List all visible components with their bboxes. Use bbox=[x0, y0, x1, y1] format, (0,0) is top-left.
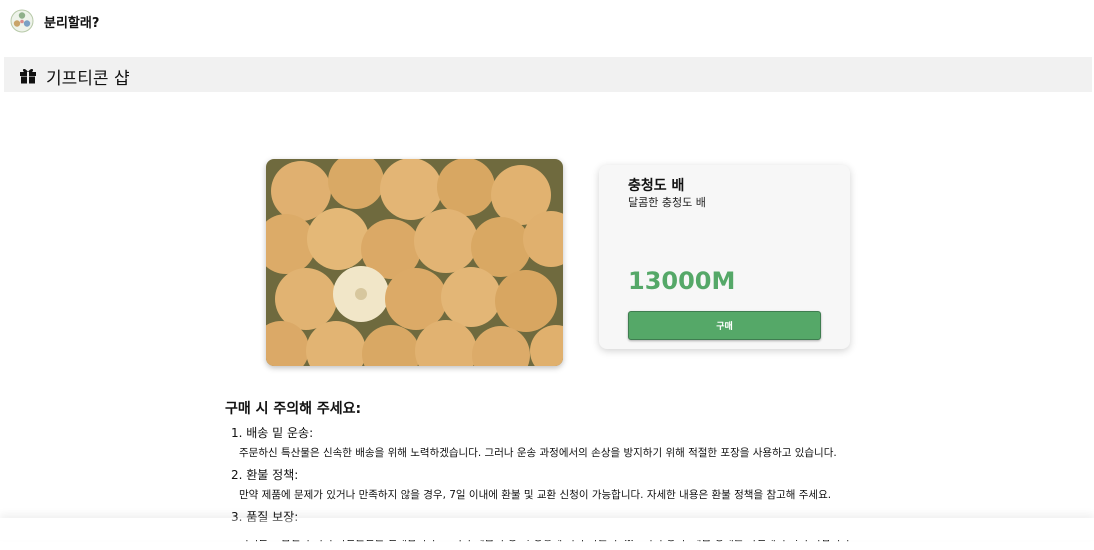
bottom-fade bbox=[0, 518, 1094, 540]
gift-icon bbox=[20, 68, 36, 84]
section-header: 기프티콘 샵 bbox=[4, 57, 1092, 92]
app-title[interactable]: 분리할래? bbox=[44, 12, 99, 31]
notice-item-title: 2. 환불 정책: bbox=[231, 468, 299, 482]
notice-item-title: 1. 배송 밑 운송: bbox=[231, 426, 314, 440]
notice-heading: 구매 시 주의해 주세요: bbox=[225, 401, 362, 417]
page-title: 기프티콘 샵 bbox=[46, 69, 130, 89]
notice-item-text: 주문하신 특산물은 신속한 배송을 위해 노력하겠습니다. 그러나 운송 과정에… bbox=[239, 447, 837, 459]
buy-button[interactable]: 구매 bbox=[628, 311, 821, 340]
notice-item-text: 만약 제품에 문제가 있거나 만족하지 않을 경우, 7일 이내에 환불 및 교… bbox=[239, 489, 832, 501]
product-card: 충청도 배 달콤한 충청도 배 13000M 구매 bbox=[599, 165, 850, 349]
pear-photo bbox=[266, 159, 563, 366]
top-header: 분리할래? bbox=[0, 0, 1094, 44]
product-name: 충청도 배 bbox=[628, 178, 685, 194]
product-image bbox=[266, 159, 563, 366]
product-description: 달콤한 충청도 배 bbox=[628, 196, 706, 209]
product-price: 13000M bbox=[628, 267, 736, 295]
recycle-logo-icon[interactable] bbox=[10, 9, 34, 33]
